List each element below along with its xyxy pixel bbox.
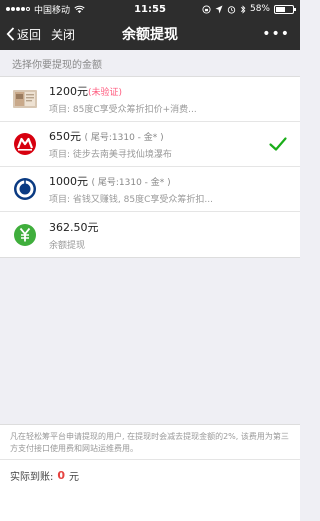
- page-title: 余额提现: [122, 27, 178, 43]
- location-icon: [215, 5, 223, 13]
- account-tail: ( 尾号:1310 - 金* ): [91, 178, 171, 188]
- carrier-name: 中国移动: [34, 5, 71, 16]
- actual-received-row: 实际到账: 0 元: [0, 460, 300, 490]
- account-tail: ( 尾号:1310 - 金* ): [84, 133, 164, 143]
- lock-rotation-icon: [202, 4, 211, 14]
- chevron-left-icon: [6, 27, 15, 41]
- option-amount: 362.50元: [49, 220, 99, 234]
- option-amount: 650元: [49, 130, 81, 143]
- actual-received-label: 实际到账:: [10, 471, 54, 483]
- withdraw-option-1[interactable]: 1200元(未验证) 项目: 85度C享受众筹折扣价+消费...: [0, 77, 300, 122]
- back-label: 返回: [17, 27, 42, 42]
- fee-notice: 凡在轻松筹平台申请提现的用户, 在提现时会减去提现金额的2%, 该费用为第三方支…: [10, 432, 289, 453]
- back-button[interactable]: 返回: [0, 26, 41, 43]
- checkmark-icon: [269, 137, 287, 151]
- close-button[interactable]: 关闭: [51, 26, 75, 43]
- more-menu-button[interactable]: •••: [262, 26, 300, 42]
- option-amount: 1000元: [49, 175, 88, 188]
- wifi-icon: [74, 5, 85, 13]
- option-project: 项目: 省钱又赚钱, 85度C享受众筹折扣...: [49, 195, 213, 205]
- signal-strength-icon: [6, 7, 30, 11]
- option-project: 项目: 徒步去南美寻找仙境瀑布: [49, 150, 172, 160]
- nav-bar: 返回 关闭 余额提现 •••: [0, 18, 300, 50]
- actual-received-unit: 元: [69, 471, 80, 483]
- withdraw-option-4[interactable]: 362.50元 余额提现: [0, 212, 300, 257]
- status-bar: 中国移动 11:55 58%: [0, 0, 300, 18]
- option-project: 项目: 85度C享受众筹折扣价+消费...: [49, 105, 197, 115]
- battery-icon: [274, 4, 296, 14]
- cmb-bank-icon: [12, 131, 38, 157]
- footer-panel: 凡在轻松筹平台申请提现的用户, 在提现时会减去提现金额的2%, 该费用为第三方支…: [0, 424, 300, 521]
- withdraw-option-3[interactable]: 1000元 ( 尾号:1310 - 金* ) 项目: 省钱又赚钱, 85度C享受…: [0, 167, 300, 212]
- withdraw-option-2[interactable]: 650元 ( 尾号:1310 - 金* ) 项目: 徒步去南美寻找仙境瀑布: [0, 122, 300, 167]
- battery-percent: 58%: [249, 4, 270, 14]
- unverified-badge: (未验证): [88, 88, 123, 98]
- ccb-bank-icon: [12, 176, 38, 202]
- option-amount: 1200元: [49, 85, 88, 98]
- section-label: 选择你要提现的金额: [12, 59, 102, 71]
- withdraw-option-list: 1200元(未验证) 项目: 85度C享受众筹折扣价+消费... 650元 ( …: [0, 76, 300, 258]
- option-project: 余额提现: [49, 240, 86, 251]
- book-thumbnail-icon: [12, 86, 38, 112]
- actual-received-value: 0: [57, 468, 66, 482]
- bluetooth-icon: [240, 4, 246, 14]
- alarm-icon: [227, 5, 236, 14]
- yuan-balance-icon: [12, 222, 38, 248]
